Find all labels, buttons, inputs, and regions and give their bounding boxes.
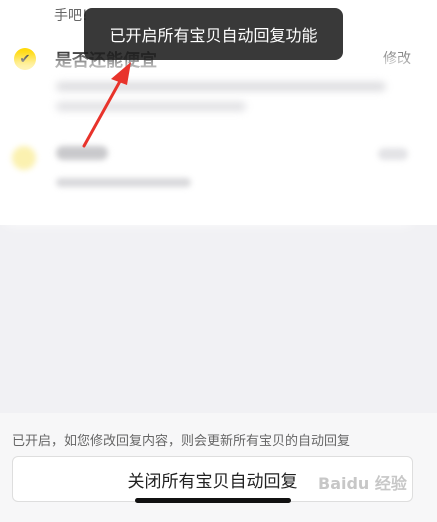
blurred-line bbox=[56, 102, 246, 111]
home-indicator[interactable] bbox=[135, 498, 291, 503]
toast-notification: 已开启所有宝贝自动回复功能 bbox=[84, 8, 343, 60]
blurred-check-icon bbox=[12, 146, 36, 170]
blurred-title bbox=[56, 146, 108, 160]
blurred-edit bbox=[378, 148, 408, 160]
status-note: 已开启，如您修改回复内容，则会更新所有宝贝的自动回复 bbox=[12, 434, 351, 449]
blurred-line bbox=[56, 82, 386, 91]
toast-text: 已开启所有宝贝自动回复功能 bbox=[109, 26, 318, 45]
previous-item-text: 手吧! bbox=[54, 8, 88, 24]
blurred-line bbox=[56, 178, 191, 187]
baidu-watermark: Baidu 经验 bbox=[318, 474, 407, 493]
close-button-label: 关闭所有宝贝自动回复 bbox=[127, 471, 298, 492]
